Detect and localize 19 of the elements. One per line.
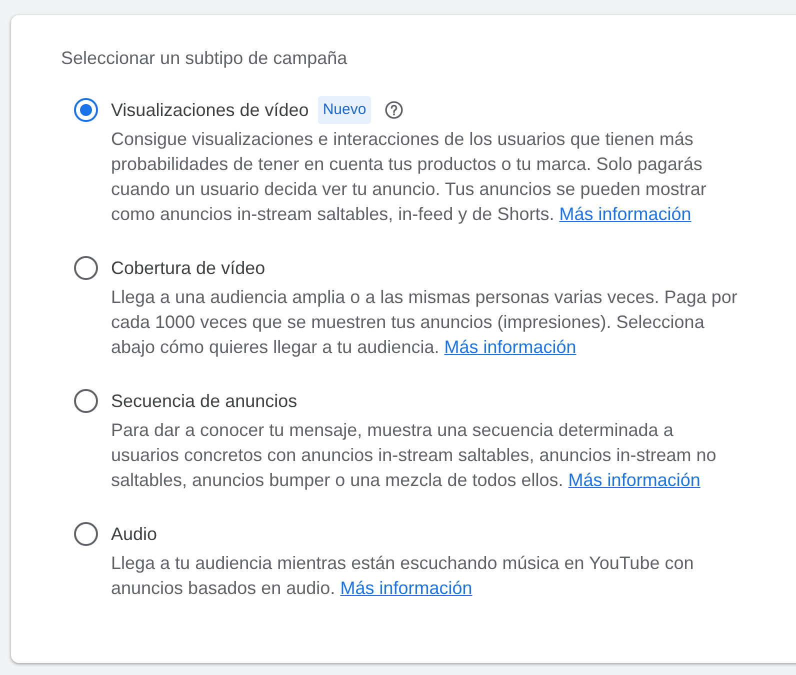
option-description: Consigue visualizaciones e interacciones de los usuarios que tienen más probabilidades de tener en cuenta tus productos o tu marca. Solo pagarás cuando un usuario decida ver tu anuncio. Tus anuncios se pueden mostrar como anuncios in-stream saltables, in-feed y de Shorts. Más información — [111, 128, 708, 226]
learn-more-link[interactable]: Más información — [559, 204, 692, 224]
radio-button[interactable] — [74, 522, 98, 546]
option-description: Para dar a conocer tu mensaje, muestra una secuencia determinada a usuarios concretos con anuncios in-stream saltables, anuncios in-stream no saltables, anuncios bumper o una mezcla de todos ellos. Más información — [111, 419, 718, 492]
radio-button[interactable] — [74, 256, 98, 280]
option-title: Cobertura de vídeo — [111, 257, 266, 280]
option-title: Visualizaciones de vídeo — [111, 99, 309, 122]
radio-button[interactable] — [74, 389, 98, 413]
learn-more-link[interactable]: Más información — [568, 470, 700, 490]
learn-more-link[interactable]: Más información — [340, 578, 472, 598]
radio-button[interactable] — [74, 98, 98, 122]
option-description: Llega a tu audiencia mientras están escuchando música en YouTube con anuncios basados en audio. Más información — [111, 552, 695, 600]
option-title: Secuencia de anuncios — [111, 390, 298, 413]
new-badge: Nuevo — [318, 96, 372, 124]
option-description: Llega a una audiencia amplia o a las mismas personas varias veces. Paga por cada 1000 veces que se muestren tus anuncios (impresiones). Selecciona abajo cómo quieres llegar a tu audiencia. Más información — [111, 286, 738, 359]
option-title: Audio — [111, 523, 158, 546]
help-icon[interactable] — [385, 101, 404, 119]
learn-more-link[interactable]: Más información — [444, 337, 576, 357]
section-heading: Seleccionar un subtipo de campaña — [61, 47, 348, 70]
